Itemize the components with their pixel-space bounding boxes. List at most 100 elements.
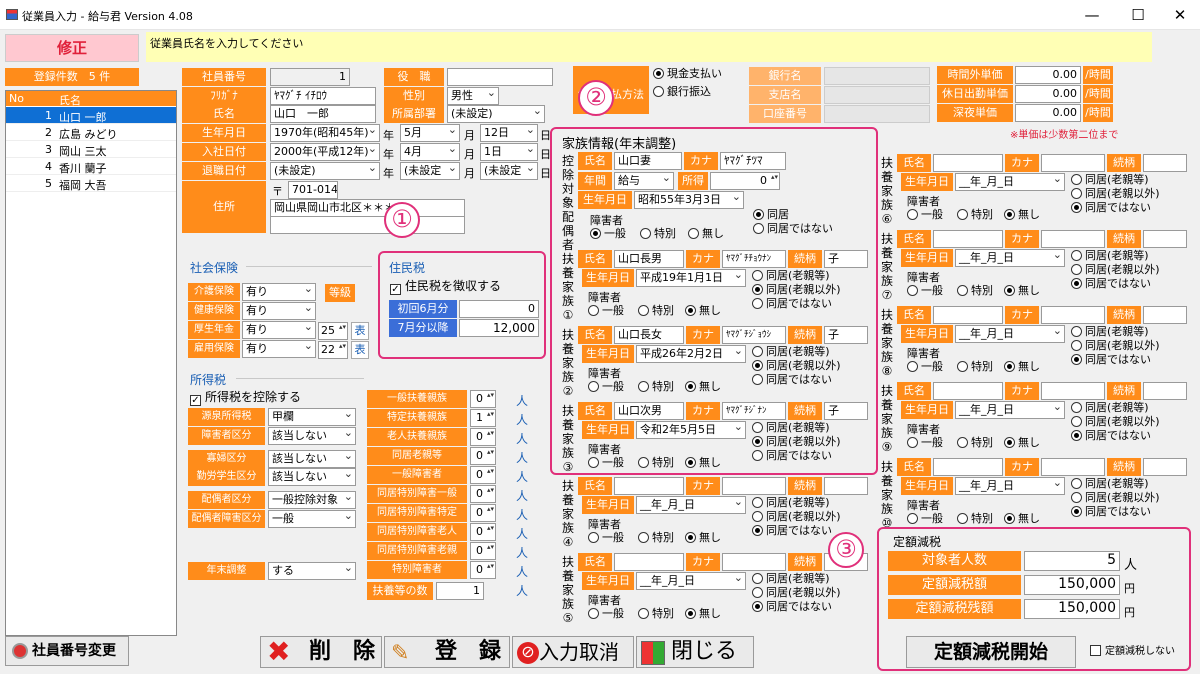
dependent-birth-select[interactable]: __年_月_日 xyxy=(955,173,1065,191)
pay-cash-radio[interactable]: 現金支払い xyxy=(653,67,722,81)
dependent-not-live[interactable]: 同居ではない xyxy=(1071,201,1151,215)
dependent-not-live[interactable]: 同居ではない xyxy=(1071,505,1151,519)
dependent-dis-none[interactable]: 無し xyxy=(1004,360,1040,374)
dependent-live-other[interactable]: 同居(老親以外) xyxy=(1071,187,1160,201)
dependent-live-elder[interactable]: 同居(老親等) xyxy=(752,572,830,586)
dependent-live-other[interactable]: 同居(老親以外) xyxy=(1071,491,1160,505)
pay-bank-radio[interactable]: 銀行振込 xyxy=(653,85,711,99)
list-row[interactable]: 4 香川 蘭子 xyxy=(6,158,176,175)
name-field[interactable]: 山口 一郎 xyxy=(270,105,376,123)
dependent-dis-special[interactable]: 特別 xyxy=(957,512,993,526)
ins-grade-field[interactable]: 25 xyxy=(318,322,348,340)
dependent-dis-special[interactable]: 特別 xyxy=(957,284,993,298)
ins-table-button[interactable]: 表 xyxy=(351,322,369,340)
retire-month-select[interactable]: (未設定 xyxy=(400,162,460,180)
list-row[interactable]: 1 山口 一郎 xyxy=(6,107,176,124)
cancel-input-button[interactable]: ⊘ 入力取消 xyxy=(512,636,634,668)
dependent-rel-field[interactable] xyxy=(1143,458,1187,476)
dependent-name-field[interactable] xyxy=(614,477,684,495)
retire-day-select[interactable]: (未設定 xyxy=(480,162,538,180)
dependent-name-field[interactable] xyxy=(933,154,1003,172)
dependent-dis-general[interactable]: 一般 xyxy=(907,284,943,298)
list-row[interactable]: 5 福岡 大吾 xyxy=(6,175,176,192)
dependent-birth-select[interactable]: __年_月_日 xyxy=(955,249,1065,267)
zip-field[interactable]: 701-0145 xyxy=(288,181,338,199)
dependent-dis-special[interactable]: 特別 xyxy=(957,208,993,222)
dependent-live-other[interactable]: 同居(老親以外) xyxy=(1071,263,1160,277)
income-select[interactable]: する xyxy=(268,562,356,580)
dependent-dis-general[interactable]: 一般 xyxy=(907,360,943,374)
dependent-name-field[interactable] xyxy=(933,458,1003,476)
income-select[interactable]: 甲欄 xyxy=(268,408,356,426)
change-id-button[interactable]: 社員番号変更 xyxy=(5,636,129,666)
dependent-live-elder[interactable]: 同居(老親等) xyxy=(1071,401,1149,415)
close-window-button[interactable]: ✕ xyxy=(1160,4,1200,26)
dependent-dis-none[interactable]: 無し xyxy=(685,531,721,545)
register-button[interactable]: ✎ 登 録 xyxy=(384,636,510,668)
ins-select[interactable]: 有り xyxy=(242,340,316,358)
join-day-select[interactable]: 1日 xyxy=(480,143,538,161)
dependent-name-field[interactable] xyxy=(933,230,1003,248)
dependent-live-elder[interactable]: 同居(老親等) xyxy=(1071,325,1149,339)
dependent-kana-field[interactable] xyxy=(1041,382,1105,400)
minimize-button[interactable]: — xyxy=(1072,4,1112,26)
dependent-kana-field[interactable] xyxy=(1041,458,1105,476)
ot-rate-field[interactable]: 0.00 xyxy=(1015,66,1081,84)
dependent-count-field[interactable]: 0 xyxy=(470,542,496,560)
dependent-count-field[interactable]: 1 xyxy=(470,409,496,427)
dependent-dis-special[interactable]: 特別 xyxy=(957,436,993,450)
dependent-count-field[interactable]: 0 xyxy=(470,523,496,541)
dependent-name-field[interactable] xyxy=(933,382,1003,400)
dependent-dis-special[interactable]: 特別 xyxy=(957,360,993,374)
dependent-name-field[interactable] xyxy=(614,553,684,571)
dependent-birth-select[interactable]: __年_月_日 xyxy=(955,401,1065,419)
dependent-rel-field[interactable] xyxy=(824,477,868,495)
dependent-dis-none[interactable]: 無し xyxy=(1004,208,1040,222)
dependent-dis-general[interactable]: 一般 xyxy=(907,512,943,526)
income-select[interactable]: 一般控除対象 xyxy=(268,491,356,509)
dependent-kana-field[interactable] xyxy=(1041,306,1105,324)
night-rate-field[interactable]: 0.00 xyxy=(1015,104,1081,122)
join-month-select[interactable]: 4月 xyxy=(400,143,460,161)
dependent-birth-select[interactable]: __年_月_日 xyxy=(636,572,746,590)
dependent-dis-general[interactable]: 一般 xyxy=(907,208,943,222)
address-field-2[interactable] xyxy=(270,216,465,234)
dependent-dis-none[interactable]: 無し xyxy=(685,607,721,621)
ins-select[interactable]: 有り xyxy=(242,283,316,301)
retire-year-select[interactable]: (未設定) xyxy=(270,162,380,180)
dependent-count-field[interactable]: 0 xyxy=(470,447,496,465)
dependent-count-field[interactable]: 0 xyxy=(470,466,496,484)
join-year-select[interactable]: 2000年(平成12年) xyxy=(270,143,380,161)
dependent-birth-select[interactable]: __年_月_日 xyxy=(636,496,746,514)
dependent-live-elder[interactable]: 同居(老親等) xyxy=(1071,173,1149,187)
close-form-button[interactable]: 閉じる xyxy=(636,636,754,668)
dependent-birth-select[interactable]: __年_月_日 xyxy=(955,477,1065,495)
dependent-live-other[interactable]: 同居(老親以外) xyxy=(1071,415,1160,429)
dependent-count-field[interactable]: 0 xyxy=(470,390,496,408)
dependent-live-elder[interactable]: 同居(老親等) xyxy=(752,496,830,510)
dependent-count-field[interactable]: 0 xyxy=(470,485,496,503)
dependent-dis-special[interactable]: 特別 xyxy=(638,531,674,545)
dependent-live-other[interactable]: 同居(老親以外) xyxy=(1071,339,1160,353)
dependent-not-live[interactable]: 同居ではない xyxy=(1071,277,1151,291)
dependent-live-elder[interactable]: 同居(老親等) xyxy=(1071,477,1149,491)
dependent-dis-general[interactable]: 一般 xyxy=(907,436,943,450)
holiday-rate-field[interactable]: 0.00 xyxy=(1015,85,1081,103)
ins-select[interactable]: 有り xyxy=(242,302,316,320)
dependent-dis-none[interactable]: 無し xyxy=(1004,436,1040,450)
dependent-dis-general[interactable]: 一般 xyxy=(588,531,624,545)
income-select[interactable]: 一般 xyxy=(268,510,356,528)
dependent-not-live[interactable]: 同居ではない xyxy=(1071,429,1151,443)
dependent-birth-select[interactable]: __年_月_日 xyxy=(955,325,1065,343)
maximize-button[interactable]: ☐ xyxy=(1118,4,1158,26)
dependent-kana-field[interactable] xyxy=(1041,230,1105,248)
dependent-dis-none[interactable]: 無し xyxy=(1004,284,1040,298)
ins-select[interactable]: 有り xyxy=(242,321,316,339)
kana-field[interactable]: ﾔﾏｸﾞﾁ ｲﾁﾛｳ xyxy=(270,87,376,105)
ins-table-button[interactable]: 表 xyxy=(351,341,369,359)
dependent-count-field[interactable]: 0 xyxy=(470,428,496,446)
dependent-rel-field[interactable] xyxy=(1143,230,1187,248)
income-select[interactable]: 該当しない xyxy=(268,427,356,445)
dependent-count-field[interactable]: 0 xyxy=(470,504,496,522)
birth-day-select[interactable]: 12日 xyxy=(480,124,538,142)
